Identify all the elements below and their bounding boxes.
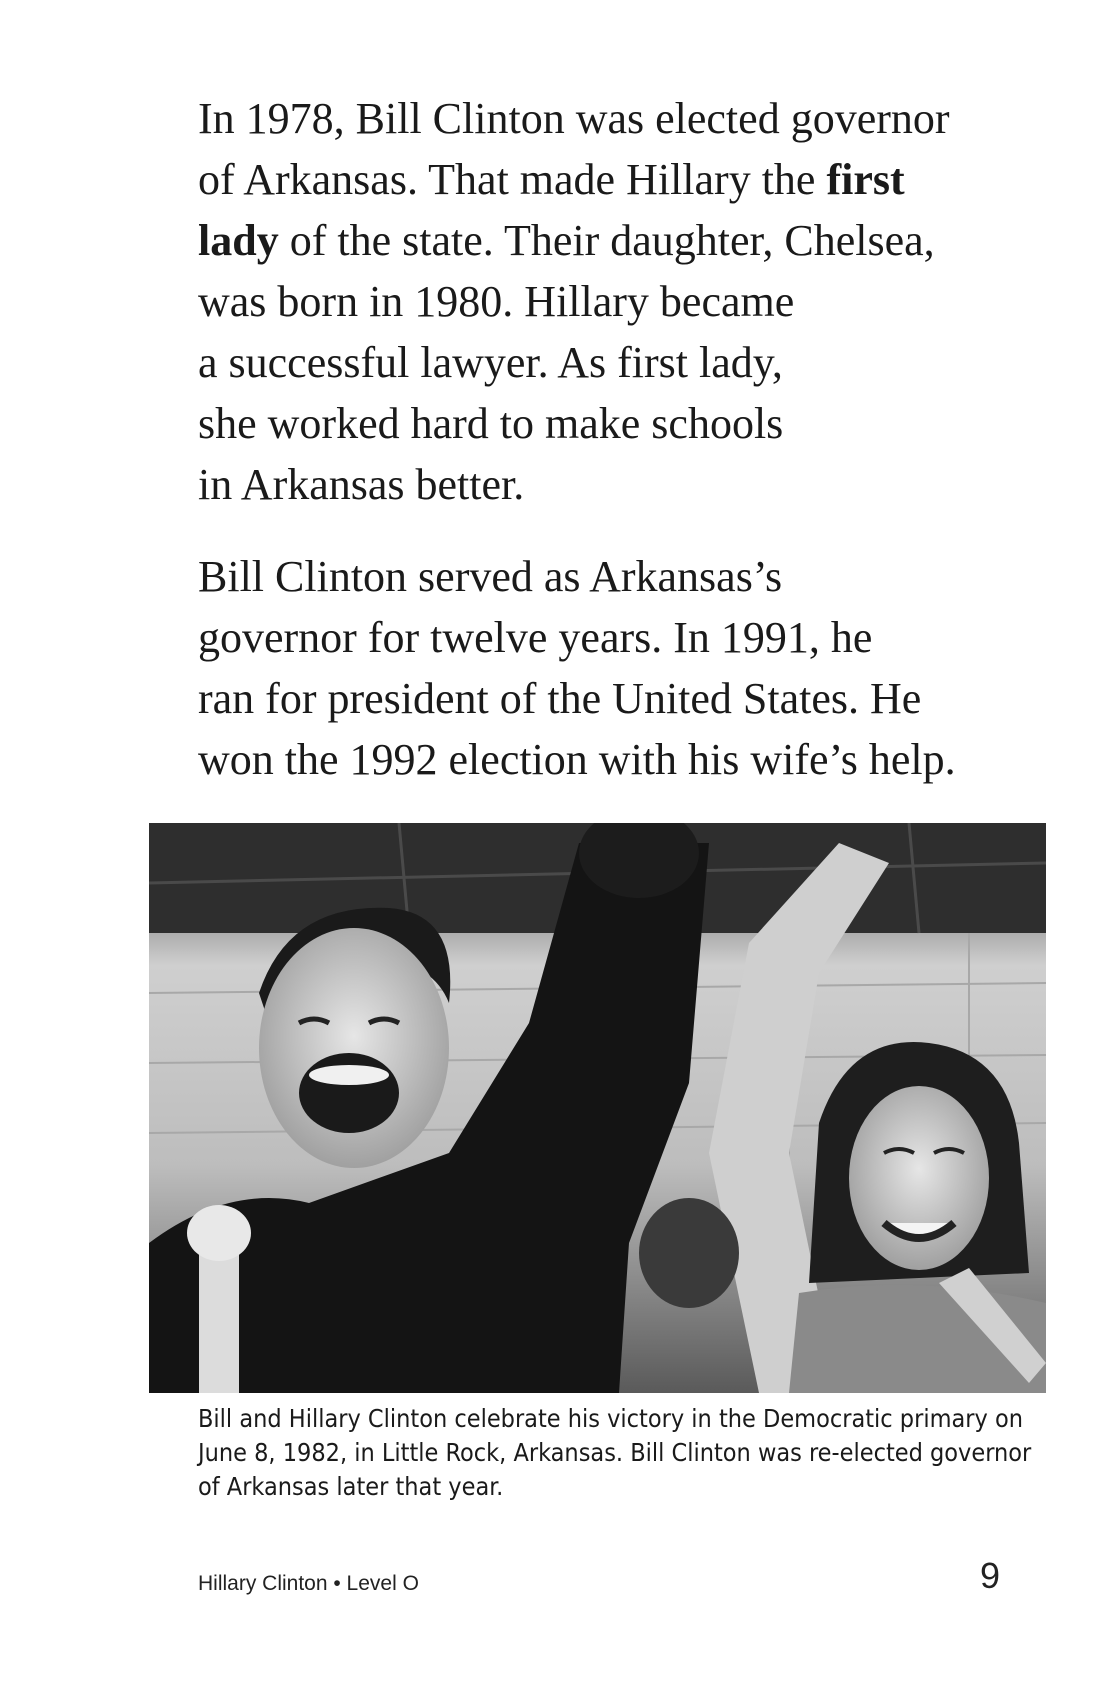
paragraph-1-line-1: In 1978, Bill Clinton was elected govern… bbox=[198, 94, 950, 143]
paragraph-2-line-3: ran for president of the United States. … bbox=[198, 674, 922, 723]
caption-line-2: June 8, 1982, in Little Rock, Arkansas. … bbox=[198, 1438, 1032, 1467]
paragraph-1-line-3-text: of the state. Their daughter, Chelsea, bbox=[278, 216, 935, 265]
glossary-term-lady: lady bbox=[198, 216, 279, 265]
paragraph-1-line-2: of Arkansas. That made Hillary the first bbox=[198, 149, 998, 210]
paragraph-2: Bill Clinton served as Arkansas’s govern… bbox=[198, 546, 998, 790]
paragraph-1: In 1978, Bill Clinton was elected govern… bbox=[198, 88, 998, 515]
black-and-white-photo bbox=[149, 823, 1046, 1393]
paragraph-1-line-6: she worked hard to make schools bbox=[198, 399, 784, 448]
page-number: 9 bbox=[979, 1555, 1000, 1596]
paragraph-2-line-4: won the 1992 election with his wife’s he… bbox=[198, 735, 956, 784]
paragraph-1-line-4: was born in 1980. Hillary became bbox=[198, 277, 795, 326]
paragraph-1-line-2-text: of Arkansas. That made Hillary the bbox=[198, 155, 827, 204]
paragraph-2-line-2: governor for twelve years. In 1991, he bbox=[198, 613, 873, 662]
photo-caption: Bill and Hillary Clinton celebrate his v… bbox=[198, 1402, 1058, 1504]
paragraph-1-line-5: a successful lawyer. As first lady, bbox=[198, 338, 783, 387]
photo-illustration bbox=[149, 823, 1046, 1393]
paragraph-2-line-1: Bill Clinton served as Arkansas’s bbox=[198, 552, 783, 601]
caption-line-1: Bill and Hillary Clinton celebrate his v… bbox=[198, 1404, 1023, 1433]
paragraph-1-line-3: lady of the state. Their daughter, Chels… bbox=[198, 210, 998, 271]
footer-book-title: Hillary Clinton • Level O bbox=[198, 1572, 419, 1595]
paragraph-1-line-7: in Arkansas better. bbox=[198, 460, 525, 509]
caption-line-3: of Arkansas later that year. bbox=[198, 1472, 504, 1501]
glossary-term-first: first bbox=[826, 155, 905, 204]
